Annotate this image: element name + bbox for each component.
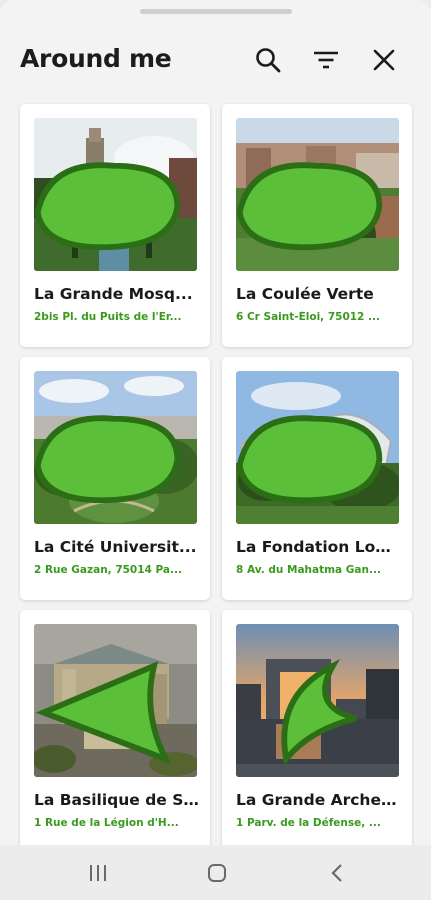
green-leaf-badge-icon	[236, 162, 383, 251]
system-navigation-bar	[0, 845, 431, 900]
filter-icon	[314, 51, 338, 69]
close-button[interactable]	[368, 44, 400, 76]
place-name: La Basilique de S...	[34, 791, 199, 809]
place-address: 8 Av. du Mahatma Gan...	[236, 564, 381, 576]
home-button[interactable]	[202, 859, 232, 887]
drag-handle[interactable]	[140, 9, 292, 14]
place-name: La Grande Mosq...	[34, 285, 193, 303]
place-card-mosque[interactable]: La Grande Mosq... 2bis Pl. du Puits de l…	[20, 104, 210, 347]
place-address: 1 Parv. de la Défense, ...	[236, 817, 381, 829]
place-photo	[34, 118, 197, 271]
place-card-cite-universitaire[interactable]: La Cité Universit... 2 Rue Gazan, 75014 …	[20, 357, 210, 600]
place-card-basilique[interactable]: La Basilique de S... 1 Rue de la Légion …	[20, 610, 210, 845]
filter-button[interactable]	[310, 44, 342, 76]
place-card-fondation-louis-vuitton[interactable]: La Fondation Lou... 8 Av. du Mahatma Gan…	[222, 357, 412, 600]
place-name: La Coulée Verte	[236, 285, 374, 303]
recents-icon	[90, 865, 106, 881]
header: Around me	[0, 38, 431, 86]
back-icon	[331, 864, 342, 882]
place-address: 6 Cr Saint-Éloi, 75012 ...	[236, 311, 380, 323]
place-address: 2bis Pl. du Puits de l'Er...	[34, 311, 182, 323]
place-address: 2 Rue Gazan, 75014 Pa...	[34, 564, 182, 576]
close-icon	[373, 49, 395, 71]
green-leaf-badge-icon	[34, 415, 181, 504]
green-leaf-badge-icon	[281, 659, 357, 766]
place-photo	[236, 118, 399, 271]
page-title: Around me	[20, 44, 172, 73]
home-icon	[208, 864, 226, 882]
place-address: 1 Rue de la Légion d'H...	[34, 817, 179, 829]
back-button[interactable]	[323, 859, 353, 887]
green-leaf-badge-icon	[236, 415, 383, 504]
search-button[interactable]	[252, 44, 284, 76]
place-name: La Cité Universit...	[34, 538, 197, 556]
place-card-coulee-verte[interactable]: La Coulée Verte 6 Cr Saint-Éloi, 75012 .…	[222, 104, 412, 347]
place-photo	[34, 624, 197, 777]
place-photo	[34, 371, 197, 524]
place-photo	[236, 371, 399, 524]
place-card-grande-arche[interactable]: La Grande Arche ... 1 Parv. de la Défens…	[222, 610, 412, 845]
around-me-sheet: Around me La Grande Mosq... 2bis Pl. du …	[0, 0, 431, 845]
green-leaf-badge-icon	[35, 660, 172, 765]
recents-button[interactable]	[83, 859, 113, 887]
green-leaf-badge-icon	[34, 162, 181, 251]
search-icon	[256, 48, 281, 73]
place-name: La Fondation Lou...	[236, 538, 401, 556]
place-name: La Grande Arche ...	[236, 791, 401, 809]
place-photo	[236, 624, 399, 777]
